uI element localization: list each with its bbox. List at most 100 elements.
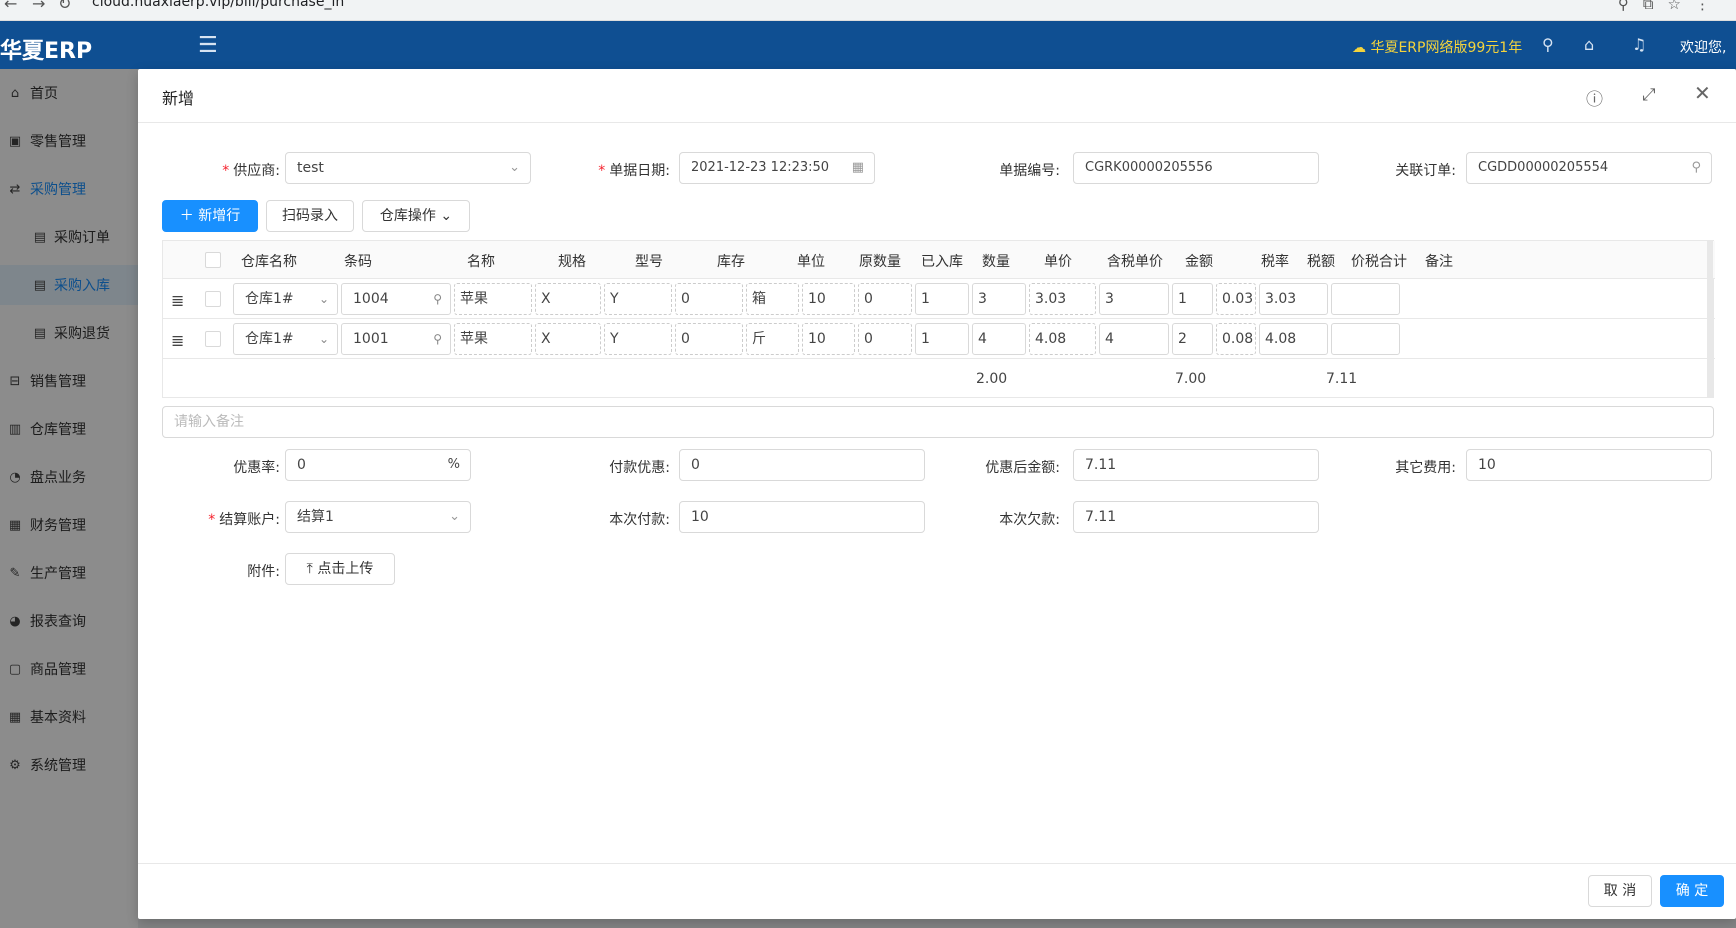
cancel-button[interactable]: 取 消: [1588, 875, 1652, 907]
back-icon[interactable]: ←: [4, 0, 17, 13]
supplier-select[interactable]: test ⌄: [285, 152, 531, 184]
promo-text: 华夏ERP网络版99元1年: [1370, 40, 1523, 56]
price-input[interactable]: 3: [972, 283, 1026, 315]
spec-cell-value: X: [541, 291, 551, 307]
chevron-down-icon: ⌄: [509, 160, 520, 175]
tax-rate-input[interactable]: 2: [1172, 323, 1213, 355]
total-input[interactable]: 3.03: [1259, 283, 1328, 315]
add-row-button[interactable]: ＋ 新增行: [162, 200, 258, 232]
search-icon[interactable]: ⚲: [1542, 35, 1554, 54]
date-value: 2021-12-23 12:23:50: [691, 160, 830, 175]
model-cell-value: Y: [610, 291, 619, 307]
ok-button[interactable]: 确 定: [1660, 875, 1724, 907]
reload-icon[interactable]: ↻: [58, 0, 71, 13]
spec-cell[interactable]: X: [535, 283, 601, 315]
price-input[interactable]: 4: [972, 323, 1026, 355]
search-icon: ⚲: [433, 332, 442, 346]
search-icon[interactable]: ⚲: [1691, 153, 1701, 183]
qty-input[interactable]: 1: [915, 323, 969, 355]
link-order-value: CGDD00000205554: [1478, 160, 1609, 175]
stock-cell-value: 0: [681, 331, 690, 347]
modal-title: 新增: [162, 89, 195, 108]
warehouse-op-label: 仓库操作: [379, 208, 436, 224]
bill-number-input[interactable]: CGRK00000205556: [1073, 152, 1319, 184]
discount-rate-input[interactable]: 0%: [285, 449, 471, 481]
help-icon[interactable]: ⓘ: [1586, 85, 1603, 110]
attachment-label: 附件:: [247, 564, 280, 580]
column-header: 规格: [558, 254, 586, 270]
unit-cell[interactable]: 箱: [746, 283, 799, 315]
warehouse-op-dropdown[interactable]: 仓库操作 ⌄: [362, 200, 470, 232]
other-fee-label-text: 其它费用: [1395, 460, 1452, 476]
forward-icon[interactable]: →: [32, 0, 45, 13]
pay-discount-value: 0: [691, 457, 700, 473]
fullscreen-icon[interactable]: ⤢: [1642, 85, 1656, 105]
close-icon[interactable]: ✕: [1694, 81, 1711, 105]
qty-input[interactable]: 1: [915, 283, 969, 315]
supplier-label: * 供应商:: [222, 163, 280, 179]
name-cell[interactable]: 苹果: [454, 323, 532, 355]
orig-qty-cell-value: 10: [808, 331, 826, 347]
in-qty-cell[interactable]: 0: [858, 283, 912, 315]
scan-entry-button[interactable]: 扫码录入: [266, 200, 354, 232]
barcode-input[interactable]: 1001 ⚲: [341, 323, 451, 355]
table-scrollbar[interactable]: [1707, 241, 1713, 397]
tax-rate-input[interactable]: 1: [1172, 283, 1213, 315]
orig-qty-cell-value: 10: [808, 291, 826, 307]
link-order-input[interactable]: CGDD00000205554 ⚲: [1466, 152, 1712, 184]
tax-price-cell[interactable]: 4.08: [1029, 323, 1096, 355]
remark-placeholder: 请输入备注: [174, 414, 244, 430]
debt-input[interactable]: 7.11: [1073, 501, 1319, 533]
menu-fold-icon[interactable]: ☰: [198, 33, 218, 58]
remark-input[interactable]: [1331, 323, 1400, 355]
total-input[interactable]: 4.08: [1259, 323, 1328, 355]
price-input-value: 3: [978, 291, 987, 307]
amount-input[interactable]: 4: [1099, 323, 1169, 355]
spec-cell[interactable]: X: [535, 323, 601, 355]
amount-input[interactable]: 3: [1099, 283, 1169, 315]
scan-entry-label: 扫码录入: [282, 208, 338, 224]
total-input-value: 3.03: [1265, 291, 1297, 307]
column-header: 单位: [797, 254, 825, 270]
row-checkbox[interactable]: [205, 291, 221, 307]
tax-cell[interactable]: 0.03: [1216, 283, 1256, 315]
select-all-checkbox[interactable]: [205, 252, 221, 268]
promo-link[interactable]: ☁ 华夏ERP网络版99元1年: [1352, 37, 1522, 57]
warehouse-select[interactable]: 仓库1# ⌄: [233, 283, 338, 315]
stock-cell[interactable]: 0: [675, 283, 743, 315]
tax-cell-value: 0.08: [1222, 331, 1254, 347]
warehouse-select[interactable]: 仓库1# ⌄: [233, 323, 338, 355]
tax-cell[interactable]: 0.08: [1216, 323, 1256, 355]
other-fee-value: 10: [1478, 457, 1496, 473]
pay-now-input[interactable]: 10: [679, 501, 925, 533]
orig-qty-cell[interactable]: 10: [802, 323, 855, 355]
calendar-icon: ▦: [851, 160, 864, 175]
name-cell[interactable]: 苹果: [454, 283, 532, 315]
orig-qty-cell[interactable]: 10: [802, 283, 855, 315]
remark-textarea[interactable]: 请输入备注: [162, 406, 1714, 438]
tax-price-cell[interactable]: 3.03: [1029, 283, 1096, 315]
date-picker[interactable]: 2021-12-23 12:23:50 ▦: [679, 152, 875, 184]
table-row: ≣ 仓库1# ⌄ 1004 ⚲ 苹果 X Y 0 箱 10 0 1 3 3.03 3 1 0.03 3.03: [163, 279, 1715, 319]
spec-cell-value: X: [541, 331, 551, 347]
stock-cell[interactable]: 0: [675, 323, 743, 355]
bell-icon[interactable]: ♫: [1632, 35, 1646, 54]
browser-actions[interactable]: ⚲⧉☆⋮: [1618, 0, 1724, 13]
unit-cell[interactable]: 斤: [746, 323, 799, 355]
model-cell[interactable]: Y: [604, 283, 672, 315]
chevron-down-icon: ⌄: [449, 509, 460, 524]
after-discount-input[interactable]: 7.11: [1073, 449, 1319, 481]
bank-icon[interactable]: ⌂: [1584, 35, 1594, 54]
in-qty-cell[interactable]: 0: [858, 323, 912, 355]
other-fee-input[interactable]: 10: [1466, 449, 1712, 481]
pay-discount-input[interactable]: 0: [679, 449, 925, 481]
remark-input[interactable]: [1331, 283, 1400, 315]
row-checkbox[interactable]: [205, 331, 221, 347]
drag-handle-icon[interactable]: ≣: [171, 291, 184, 310]
barcode-input[interactable]: 1004 ⚲: [341, 283, 451, 315]
address-bar[interactable]: cloud.huaxiaerp.vip/bill/purchase_in: [92, 0, 1592, 12]
upload-button[interactable]: ⤒ 点击上传: [285, 553, 395, 585]
model-cell[interactable]: Y: [604, 323, 672, 355]
account-select[interactable]: 结算1 ⌄: [285, 501, 471, 533]
drag-handle-icon[interactable]: ≣: [171, 331, 184, 350]
